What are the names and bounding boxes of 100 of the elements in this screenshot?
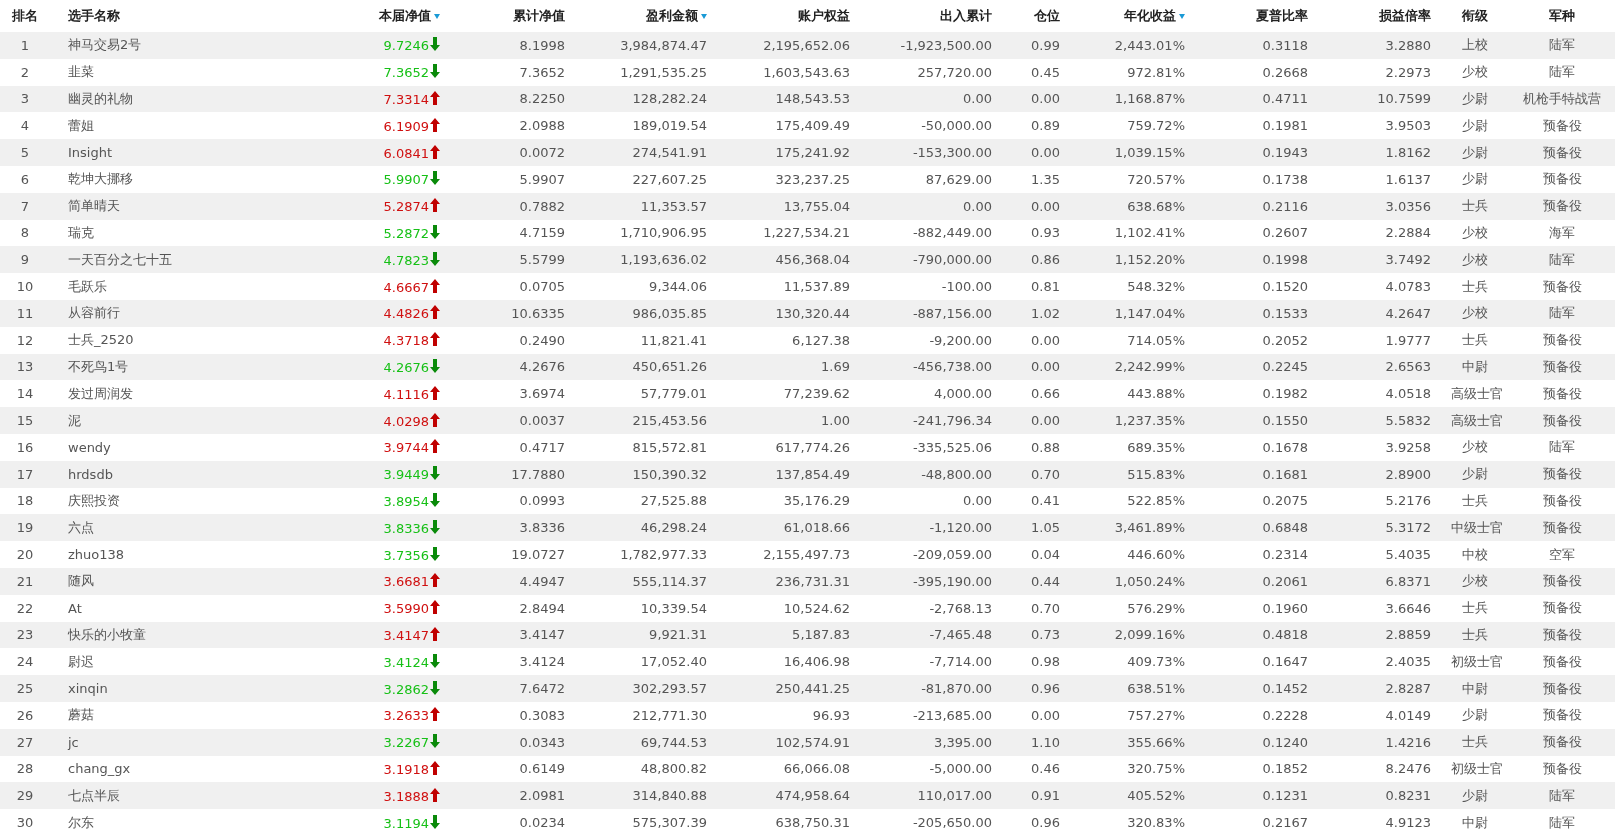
annualized-return: 1,147.04% (1114, 305, 1185, 321)
sharpe-ratio: 0.4711 (1262, 91, 1308, 107)
position-ratio: 0.00 (1031, 413, 1060, 429)
profit-loss-ratio: 1.9777 (1385, 332, 1431, 348)
sharpe-ratio: 0.1520 (1262, 279, 1308, 295)
cash-flow-total: -241,796.34 (912, 413, 992, 429)
net-value: 3.5990 (383, 601, 429, 617)
profit-amount: 10,339.54 (640, 600, 707, 616)
sort-icon[interactable] (434, 14, 440, 19)
service-branch: 空军 (1549, 546, 1575, 562)
player-name: 一天百分之七十五 (68, 251, 172, 267)
profit-loss-ratio: 2.8859 (1385, 627, 1431, 643)
column-header: 夏普比率 (1256, 8, 1308, 23)
annualized-return: 1,168.87% (1114, 91, 1185, 107)
profit-amount: 450,651.26 (632, 359, 707, 375)
column-header[interactable]: 本届净值 (379, 8, 431, 23)
profit-amount: 1,782,977.33 (620, 547, 707, 563)
profit-amount: 1,710,906.95 (620, 225, 707, 241)
net-value: 4.0298 (383, 413, 429, 429)
net-value: 6.0841 (383, 145, 429, 161)
annualized-return: 3,461.89% (1114, 520, 1185, 536)
profit-loss-ratio: 1.6137 (1385, 171, 1431, 187)
profit-loss-ratio: 4.0149 (1385, 707, 1431, 723)
profit-loss-ratio: 2.2884 (1385, 225, 1431, 241)
service-branch: 预备役 (1542, 573, 1582, 589)
sort-icon[interactable] (1179, 14, 1185, 19)
cumulative-net-value: 19.0727 (511, 547, 565, 563)
cash-flow-total: -7,465.48 (929, 627, 992, 643)
player-name: jc (68, 734, 79, 750)
cumulative-net-value: 0.4717 (519, 439, 565, 455)
column-header: 仓位 (1034, 8, 1060, 23)
cash-flow-total: -790,000.00 (912, 252, 992, 268)
player-name: 随风 (68, 573, 94, 589)
cumulative-net-value: 0.6149 (519, 761, 565, 777)
service-branch: 预备役 (1542, 519, 1582, 535)
profit-amount: 212,771.30 (632, 707, 707, 723)
rank-title: 士兵 (1462, 626, 1488, 642)
net-value: 4.1116 (383, 386, 429, 402)
sharpe-ratio: 0.1738 (1262, 171, 1308, 187)
cumulative-net-value: 8.2250 (519, 91, 565, 107)
rank-cell: 1 (20, 37, 30, 53)
position-ratio: 0.88 (1031, 439, 1060, 455)
column-header: 军种 (1549, 8, 1575, 23)
column-header[interactable]: 年化收益 (1124, 8, 1176, 23)
cash-flow-total: -2,768.13 (929, 600, 992, 616)
rank-cell: 12 (16, 332, 34, 348)
rank-title: 初级士官 (1451, 760, 1503, 776)
position-ratio: 0.73 (1031, 627, 1060, 643)
position-ratio: 0.00 (1031, 145, 1060, 161)
service-branch: 预备役 (1542, 653, 1582, 669)
account-equity: 61,018.66 (783, 520, 850, 536)
profit-loss-ratio: 3.6646 (1385, 600, 1431, 616)
annualized-return: 320.83% (1127, 815, 1185, 830)
net-value: 3.9449 (383, 467, 429, 483)
rank-title: 少尉 (1462, 117, 1488, 133)
service-branch: 陆军 (1549, 305, 1575, 321)
account-equity: 130,320.44 (775, 305, 850, 321)
cumulative-net-value: 3.8336 (519, 520, 565, 536)
player-name: 幽灵的礼物 (68, 91, 133, 106)
position-ratio: 0.00 (1031, 91, 1060, 107)
column-header[interactable]: 盈利金额 (646, 8, 698, 23)
profit-loss-ratio: 4.0783 (1385, 279, 1431, 295)
annualized-return: 409.73% (1127, 654, 1185, 670)
player-name: xinqin (68, 681, 108, 696)
annualized-return: 522.85% (1127, 493, 1185, 509)
rank-cell: 18 (16, 493, 34, 509)
net-value: 3.4124 (383, 654, 429, 670)
player-name: chang_gx (68, 761, 131, 777)
rank-cell: 2 (20, 64, 30, 80)
cash-flow-total: -1,923,500.00 (900, 37, 992, 53)
player-name: 神马交易2号 (68, 37, 142, 53)
profit-loss-ratio: 3.9503 (1385, 118, 1431, 134)
cash-flow-total: -5,000.00 (929, 761, 992, 777)
cash-flow-total: 0.00 (963, 493, 992, 509)
rank-title: 少尉 (1462, 171, 1488, 187)
service-branch: 海军 (1549, 224, 1575, 240)
profit-amount: 11,821.41 (640, 332, 707, 348)
net-value: 3.2862 (383, 681, 429, 697)
cash-flow-total: 110,017.00 (917, 788, 992, 804)
account-equity: 2,155,497.73 (763, 547, 850, 563)
sharpe-ratio: 0.1982 (1262, 386, 1308, 402)
net-value: 6.1909 (383, 118, 429, 134)
position-ratio: 1.02 (1031, 305, 1060, 321)
net-value: 3.2267 (383, 735, 429, 751)
profit-amount: 189,019.54 (632, 118, 707, 134)
cumulative-net-value: 3.4147 (519, 627, 565, 643)
rank-title: 初级士官 (1451, 653, 1503, 669)
profit-amount: 274,541.91 (632, 145, 707, 161)
annualized-return: 2,443.01% (1114, 37, 1185, 53)
annualized-return: 714.05% (1127, 332, 1185, 348)
rank-cell: 24 (16, 654, 34, 670)
net-value: 3.8336 (383, 520, 429, 536)
cumulative-net-value: 2.8494 (519, 600, 565, 616)
column-header: 排名 (12, 8, 38, 23)
annualized-return: 1,039.15% (1114, 145, 1185, 161)
column-header: 选手名称 (68, 8, 120, 23)
service-branch: 预备役 (1542, 171, 1582, 187)
rank-cell: 8 (20, 225, 30, 241)
sharpe-ratio: 0.1533 (1262, 305, 1308, 321)
sort-icon[interactable] (701, 14, 707, 19)
